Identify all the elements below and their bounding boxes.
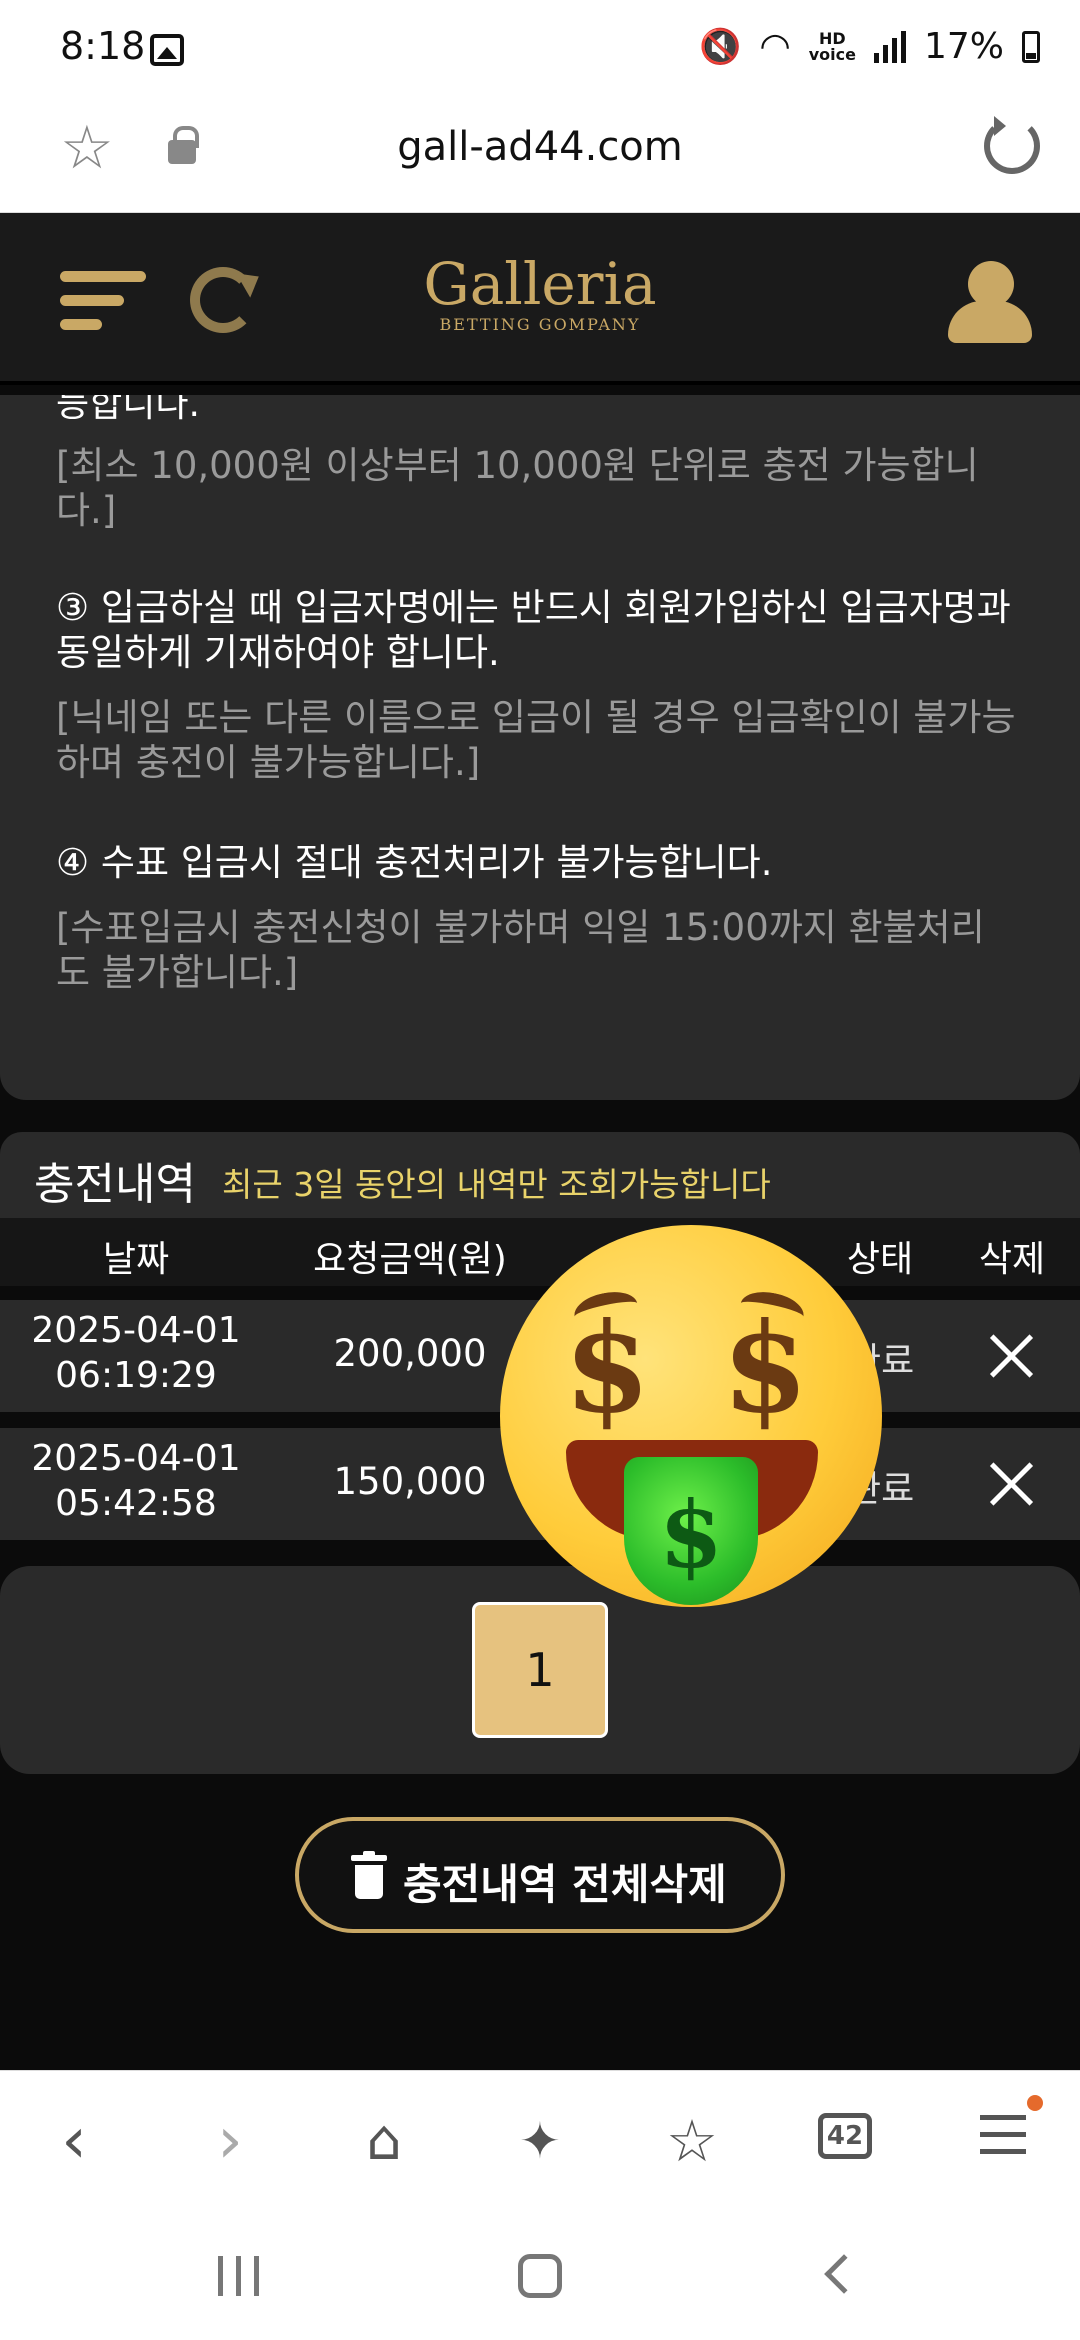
- row-date: 2025-04-01: [31, 1438, 241, 1479]
- col-delete: 삭제: [978, 1239, 1046, 1280]
- back-icon[interactable]: ‹: [34, 2103, 114, 2183]
- page-button-current[interactable]: 1: [472, 1602, 608, 1738]
- col-date: 날짜: [102, 1239, 170, 1280]
- col-amount: 요청금액(원): [313, 1239, 507, 1280]
- menu-icon[interactable]: [60, 265, 146, 337]
- hd-voice-icon: HD voice: [808, 28, 856, 64]
- trash-icon: [351, 1851, 387, 1901]
- row-time: 05:42:58: [55, 1483, 217, 1524]
- row-amount: 150,000: [333, 1460, 487, 1503]
- mute-icon: 🔇: [698, 26, 742, 67]
- signal-icon: [873, 30, 906, 63]
- wifi-icon: ◠: [759, 26, 791, 67]
- system-back-icon[interactable]: [824, 2254, 864, 2294]
- battery-percent: 17%: [923, 26, 1004, 67]
- rule2-note: [최소 10,000원 이상부터 10,000원 단위로 충전 가능합니다.]: [56, 444, 979, 532]
- battery-icon: [1022, 30, 1040, 63]
- recent-apps-icon[interactable]: [218, 2256, 262, 2296]
- history-header: 충전내역 최근 3일 동안의 내역만 조회가능합니다: [0, 1132, 1080, 1218]
- site-header: Galleria BETTING GOMPANY: [0, 213, 1080, 385]
- status-icons: 🔇 ◠ HD voice 17%: [699, 26, 1040, 67]
- delete-row-icon[interactable]: [984, 1328, 1040, 1384]
- url-text[interactable]: gall-ad44.com: [0, 124, 1080, 170]
- rule3-text: ③ 입금하실 때 입금자명에는 반드시 회원가입하신 입금자명과 동일하게 기재…: [56, 586, 1011, 674]
- notification-dot: [1027, 2095, 1043, 2111]
- rule4-note: [수표입금시 충전신청이 불가하며 익일 15:00까지 환불처리도 불가합니다…: [56, 906, 985, 994]
- site-logo[interactable]: Galleria BETTING GOMPANY: [380, 253, 700, 334]
- status-bar: 8:18 🔇 ◠ HD voice 17%: [0, 0, 1080, 100]
- user-icon[interactable]: [948, 261, 1032, 345]
- browser-bottom-nav: ‹ › ⌂ ✦ ☆ 42: [0, 2070, 1080, 2210]
- gallery-notification-icon: [150, 34, 184, 66]
- forward-icon[interactable]: ›: [190, 2103, 270, 2183]
- history-column-header: 날짜 요청금액(원) 상태 삭제: [0, 1218, 1080, 1286]
- sparkle-icon[interactable]: ✦: [500, 2103, 580, 2183]
- row-datetime: 2025-04-01 06:19:29: [0, 1308, 272, 1398]
- status-time: 8:18: [60, 24, 146, 68]
- row-amount: 200,000: [333, 1332, 487, 1375]
- home-icon[interactable]: ⌂: [344, 2103, 424, 2183]
- delete-all-button[interactable]: 충전내역 전체삭제: [295, 1817, 785, 1933]
- money-mouth-emoji-icon: $ $ $: [500, 1225, 882, 1607]
- bookmarks-icon[interactable]: ☆: [652, 2103, 732, 2183]
- history-subtitle: 최근 3일 동안의 내역만 조회가능합니다: [222, 1165, 771, 1204]
- system-home-icon[interactable]: [518, 2254, 562, 2298]
- rule4-text: ④ 수표 입금시 절대 충전처리가 불가능합니다.: [56, 841, 773, 884]
- row-datetime: 2025-04-01 05:42:58: [0, 1436, 272, 1526]
- tabs-icon[interactable]: 42: [818, 2113, 872, 2159]
- logo-main-text: Galleria: [423, 250, 657, 318]
- browser-address-bar: ☆ gall-ad44.com: [0, 100, 1080, 213]
- refresh-icon[interactable]: [190, 267, 256, 333]
- col-status: 상태: [846, 1239, 914, 1280]
- delete-all-label: 충전내역 전체삭제: [403, 1860, 727, 1909]
- reload-icon[interactable]: [984, 116, 1040, 174]
- delete-row-icon[interactable]: [984, 1456, 1040, 1512]
- row-date: 2025-04-01: [31, 1310, 241, 1351]
- history-title: 충전내역: [34, 1159, 196, 1210]
- row-time: 06:19:29: [55, 1355, 217, 1396]
- pagination: 1: [0, 1566, 1080, 1774]
- notice-cut-line: 능합니다.: [56, 395, 200, 425]
- deposit-notice-card: 능합니다. [최소 10,000원 이상부터 10,000원 단위로 충전 가능…: [0, 395, 1080, 1100]
- system-nav-bar: [0, 2210, 1080, 2340]
- browser-menu-icon[interactable]: [980, 2115, 1026, 2155]
- rule3-note: [닉네임 또는 다른 이름으로 입금이 될 경우 입금확인이 불가능하며 충전이…: [56, 696, 1016, 784]
